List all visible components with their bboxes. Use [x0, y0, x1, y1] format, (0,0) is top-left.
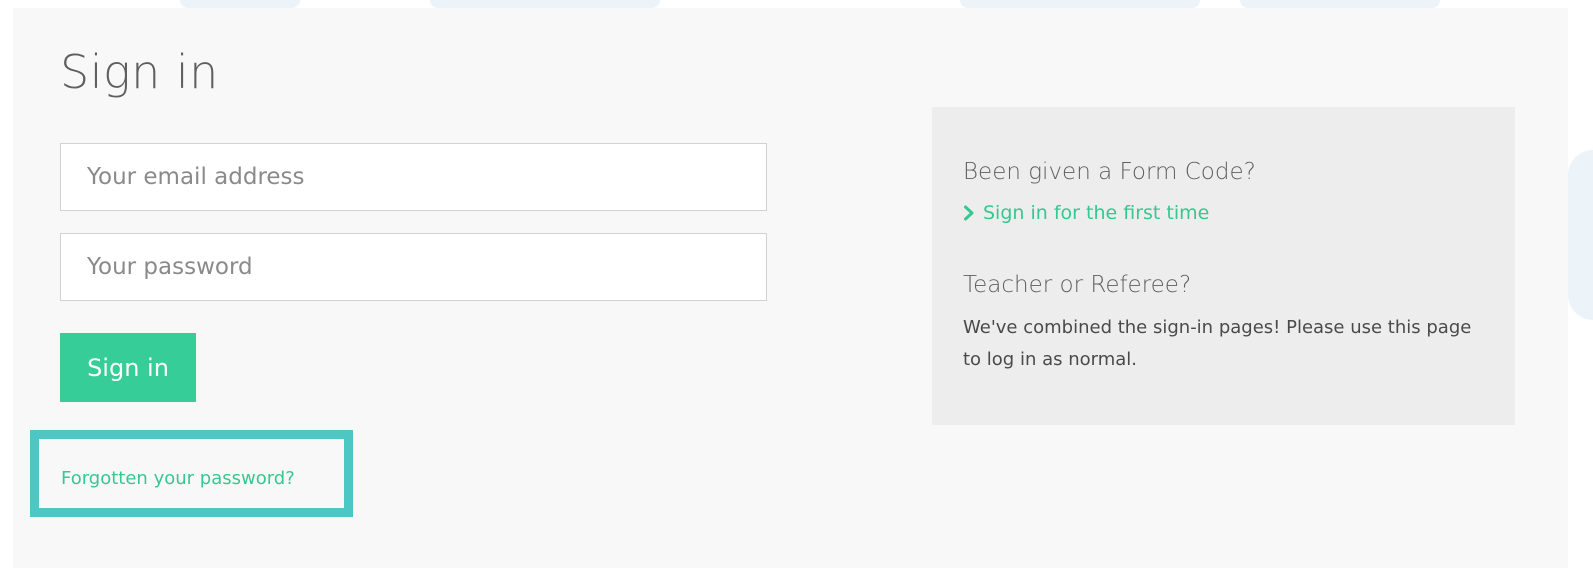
background-shape: [960, 0, 1200, 8]
password-input[interactable]: [60, 233, 767, 301]
first-time-link-label: Sign in for the first time: [983, 202, 1210, 224]
page-title: Sign in: [60, 45, 219, 99]
teacher-info-text: We've combined the sign-in pages! Please…: [963, 317, 1472, 370]
email-input[interactable]: [60, 143, 767, 211]
background-shape: [1568, 150, 1593, 320]
login-panel: Sign in Sign in Forgotten your password?…: [13, 8, 1568, 568]
first-time-sign-in-link[interactable]: Sign in for the first time: [963, 202, 1209, 224]
teacher-heading: Teacher or Referee?: [963, 272, 1192, 298]
chevron-right-icon: [964, 205, 974, 221]
sign-in-button[interactable]: Sign in: [60, 333, 196, 402]
form-code-heading: Been given a Form Code?: [963, 159, 1256, 185]
background-shape: [430, 0, 660, 8]
background-shape: [1240, 0, 1440, 8]
background-shape: [180, 0, 300, 8]
forgot-password-link[interactable]: Forgotten your password?: [61, 468, 295, 489]
info-box: Been given a Form Code? Sign in for the …: [932, 107, 1515, 425]
